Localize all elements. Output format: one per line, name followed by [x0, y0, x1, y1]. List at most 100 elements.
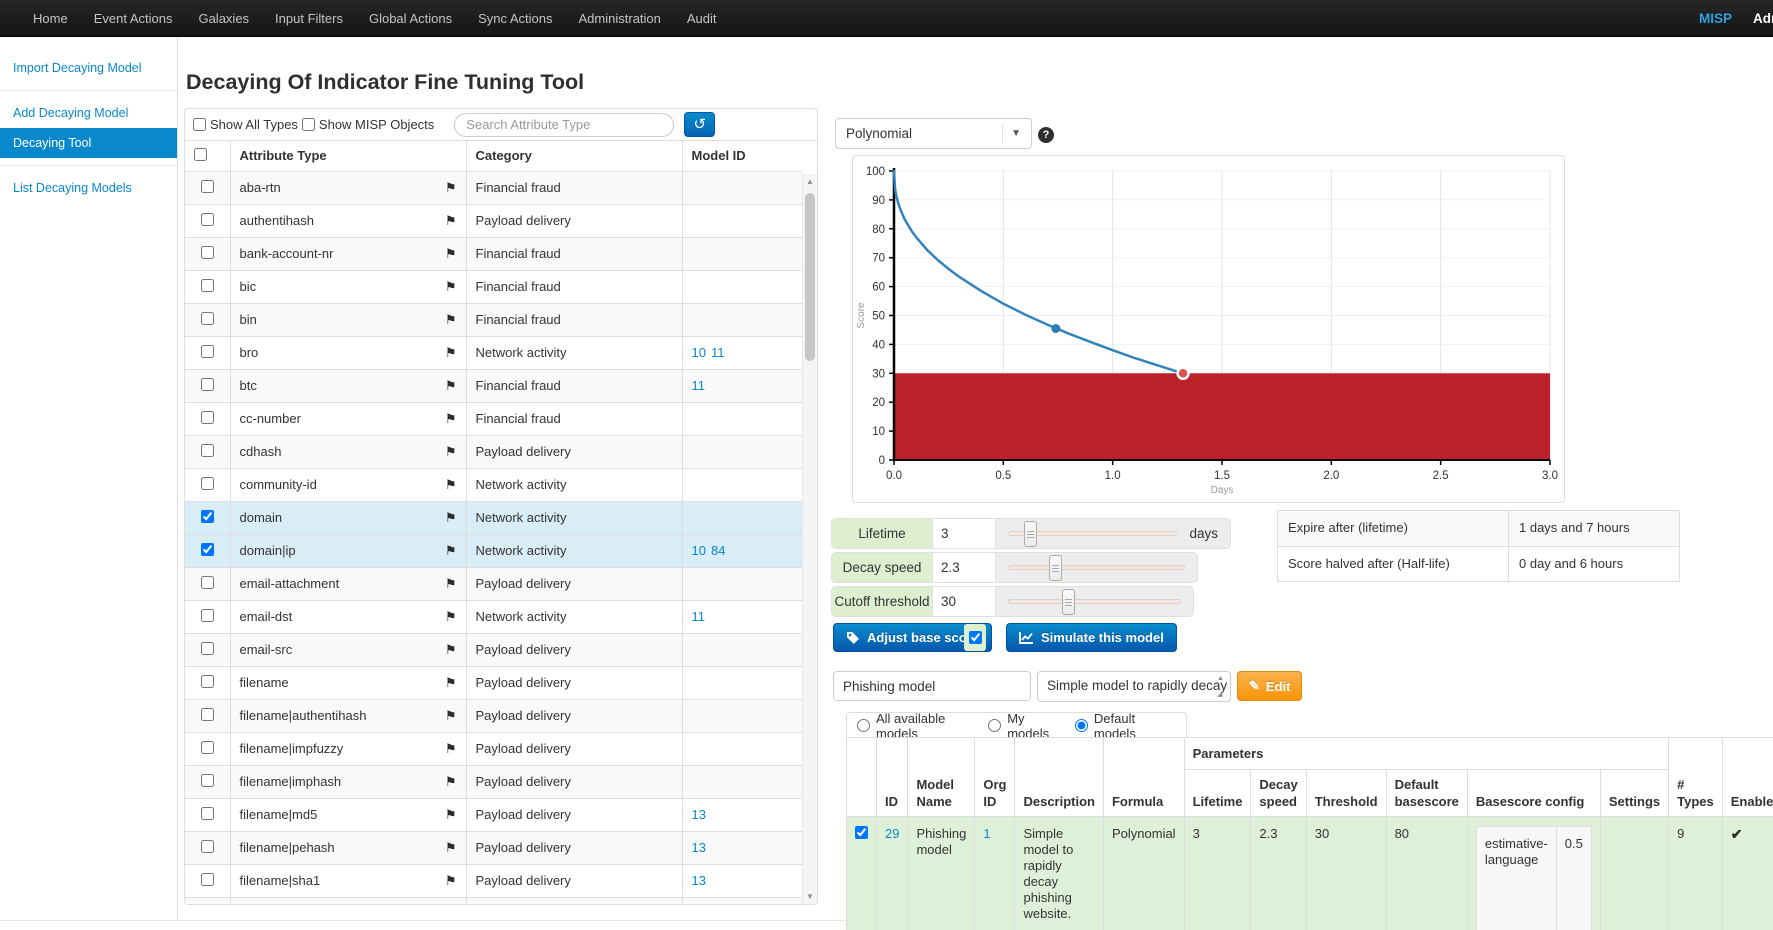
attribute-row-checkbox[interactable] [201, 609, 214, 622]
model-id-link-10[interactable]: 10 [692, 543, 706, 558]
top-navbar: HomeEvent ActionsGalaxiesInput FiltersGl… [0, 0, 1773, 37]
attribute-row-checkbox[interactable] [201, 180, 214, 193]
spinner-up-icon[interactable]: ▲ [1217, 675, 1224, 682]
sidebar-item-import-decaying-model[interactable]: Import Decaying Model [0, 53, 177, 83]
model-id-link-11[interactable]: 11 [711, 345, 725, 360]
radio-default-models[interactable] [1075, 719, 1088, 732]
slider-label-cutoff-threshold: Cutoff threshold [832, 587, 932, 616]
basescore-config-table: estimative-language0.5phishing0.5 [1476, 826, 1592, 930]
attribute-row-checkbox[interactable] [201, 840, 214, 853]
user-menu[interactable]: Admin [1753, 11, 1773, 26]
attribute-row-checkbox[interactable] [201, 774, 214, 787]
resize-grip-icon[interactable]: ◢ [1217, 690, 1222, 698]
attribute-row-checkbox[interactable] [201, 213, 214, 226]
attribute-row-checkbox[interactable] [201, 444, 214, 457]
attribute-row-checkbox[interactable] [201, 510, 214, 523]
model-id-link-11[interactable]: 11 [692, 378, 706, 393]
model-id-link-84[interactable]: 84 [711, 543, 725, 558]
attribute-row-checkbox[interactable] [201, 873, 214, 886]
curve-point-marker[interactable] [1051, 324, 1060, 333]
model-id-link-13[interactable]: 13 [692, 840, 706, 855]
attribute-row-email-attachment: email-attachment⚑Payload delivery [185, 567, 802, 600]
adjust-base-score-checkbox[interactable] [969, 631, 982, 644]
attribute-type-label: filename|md5 [240, 807, 318, 822]
model-description-cell: Simple model to rapidly decay phishing w… [1015, 817, 1104, 930]
slider-value-input-lifetime[interactable] [932, 519, 996, 548]
scrollbar-thumb[interactable] [805, 193, 815, 361]
attribute-row-checkbox[interactable] [201, 642, 214, 655]
nav-item-event-actions[interactable]: Event Actions [81, 11, 186, 26]
attribute-row-checkbox[interactable] [201, 246, 214, 259]
show-all-types-checkbox[interactable] [193, 118, 206, 131]
nav-item-sync-actions[interactable]: Sync Actions [465, 11, 565, 26]
slider-track-lifetime[interactable] [1008, 531, 1177, 536]
attribute-row-checkbox[interactable] [201, 675, 214, 688]
radio-all-available-models[interactable] [857, 719, 870, 732]
slider-track-decay-speed[interactable] [1008, 565, 1185, 570]
attribute-category-cell: Payload delivery [466, 798, 682, 831]
col-header-org-id: Org ID [975, 738, 1015, 817]
slider-track-cutoff-threshold[interactable] [1008, 599, 1181, 604]
help-icon[interactable]: ? [1038, 127, 1054, 143]
nav-item-input-filters[interactable]: Input Filters [262, 11, 356, 26]
flag-icon: ⚑ [445, 345, 457, 361]
model-id-link[interactable]: 29 [885, 826, 899, 841]
attribute-row-email-src: email-src⚑Payload delivery [185, 633, 802, 666]
model-id-link-13[interactable]: 13 [692, 807, 706, 822]
model-id-link-11[interactable]: 11 [692, 609, 706, 624]
select-all-checkbox[interactable] [194, 148, 207, 161]
attribute-row-checkbox[interactable] [201, 477, 214, 490]
attribute-model-id-cell [682, 765, 802, 798]
model-id-link-13[interactable]: 13 [692, 873, 706, 888]
sidebar: Import Decaying Model Add Decaying ModelD… [0, 37, 177, 203]
radio-my-models[interactable] [988, 719, 1001, 732]
misp-logo[interactable]: MISP [1699, 11, 1732, 26]
nav-item-administration[interactable]: Administration [566, 11, 674, 26]
attribute-row-domain-ip: domain|ip⚑Network activity1084 [185, 534, 802, 567]
attribute-row-checkbox[interactable] [201, 345, 214, 358]
sidebar-item-list-decaying-models[interactable]: List Decaying Models [0, 173, 177, 203]
attribute-category-cell: Payload delivery [466, 567, 682, 600]
attribute-row-checkbox[interactable] [201, 378, 214, 391]
attribute-type-label: filename|sha1 [240, 873, 321, 888]
org-id-link[interactable]: 1 [983, 826, 990, 841]
slider-handle-cutoff-threshold[interactable] [1062, 589, 1075, 615]
nav-item-audit[interactable]: Audit [674, 11, 730, 26]
formula-select[interactable]: Polynomial ▼ [835, 118, 1032, 149]
slider-value-input-cutoff-threshold[interactable] [932, 587, 996, 616]
attribute-row-checkbox[interactable] [201, 708, 214, 721]
attribute-row-checkbox[interactable] [201, 576, 214, 589]
decay-chart-svg: 01020304050607080901000.00.51.01.52.02.5… [853, 156, 1564, 502]
attribute-row-checkbox[interactable] [201, 807, 214, 820]
attribute-row-checkbox[interactable] [201, 741, 214, 754]
slider-handle-lifetime[interactable] [1024, 521, 1037, 547]
show-misp-objects-label: Show MISP Objects [319, 117, 434, 132]
sidebar-item-add-decaying-model[interactable]: Add Decaying Model [0, 98, 177, 128]
threshold-crossing-marker[interactable] [1178, 368, 1189, 379]
attribute-row-checkbox[interactable] [201, 543, 214, 556]
nav-item-galaxies[interactable]: Galaxies [185, 11, 262, 26]
attribute-category-cell: Payload delivery [466, 831, 682, 864]
attribute-row-checkbox[interactable] [201, 411, 214, 424]
model-id-link-10[interactable]: 10 [692, 345, 706, 360]
slider-handle-decay-speed[interactable] [1049, 555, 1062, 581]
show-misp-objects-checkbox[interactable] [302, 118, 315, 131]
slider-value-input-decay-speed[interactable] [932, 553, 996, 582]
scroll-up-arrow-icon[interactable]: ▲ [803, 175, 817, 189]
flag-icon: ⚑ [445, 543, 457, 559]
model-row-checkbox[interactable] [855, 826, 868, 839]
scroll-down-arrow-icon[interactable]: ▼ [803, 890, 817, 904]
attribute-row-checkbox[interactable] [201, 279, 214, 292]
model-description-textarea[interactable]: Simple model to rapidly decay ▲ ◢ [1037, 671, 1231, 702]
model-name-input[interactable] [833, 671, 1031, 701]
edit-model-button[interactable]: ✎ Edit [1237, 671, 1302, 701]
col-header-lifetime: Lifetime [1184, 770, 1251, 817]
refresh-button[interactable]: ↺ [684, 112, 715, 137]
attribute-model-id-cell [682, 171, 802, 204]
nav-item-home[interactable]: Home [20, 11, 81, 26]
attribute-row-checkbox[interactable] [201, 312, 214, 325]
nav-item-global-actions[interactable]: Global Actions [356, 11, 465, 26]
simulate-model-button[interactable]: Simulate this model [1006, 623, 1177, 652]
search-attribute-type-input[interactable] [454, 113, 674, 137]
sidebar-item-decaying-tool[interactable]: Decaying Tool [0, 128, 177, 158]
